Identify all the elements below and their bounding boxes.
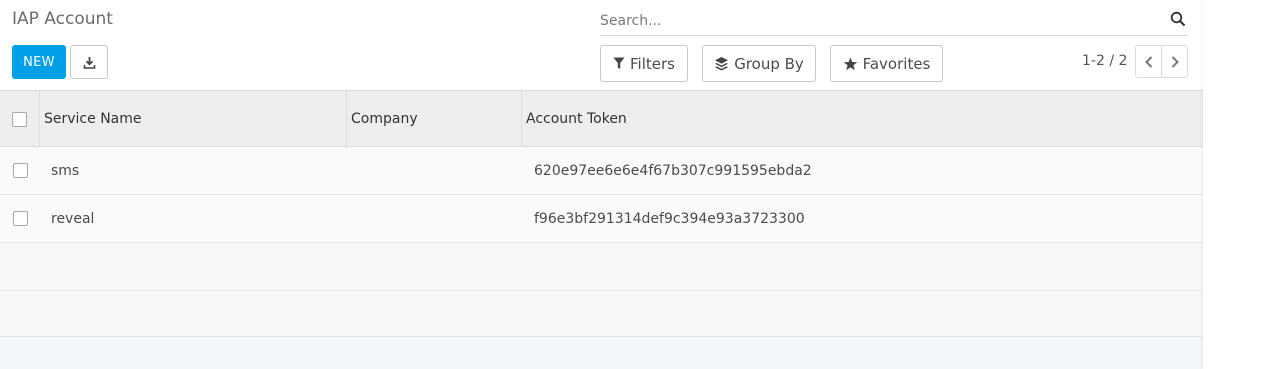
download-icon bbox=[83, 56, 95, 69]
table-row[interactable]: reveal f96e3bf291314def9c394e93a3723300 bbox=[0, 195, 1203, 243]
account-token-cell[interactable]: f96e3bf291314def9c394e93a3723300 bbox=[534, 195, 805, 242]
service-name-cell[interactable]: sms bbox=[51, 147, 79, 194]
layers-icon bbox=[715, 57, 729, 71]
group-by-label: Group By bbox=[734, 54, 804, 73]
favorites-button[interactable]: Favorites bbox=[830, 45, 943, 82]
page-title: IAP Account bbox=[12, 9, 113, 29]
star-icon bbox=[843, 57, 857, 70]
filter-icon bbox=[613, 57, 625, 69]
column-header-company[interactable]: Company bbox=[347, 91, 522, 147]
new-button[interactable]: NEW bbox=[12, 45, 66, 79]
empty-row bbox=[0, 243, 1203, 291]
row-checkbox[interactable] bbox=[12, 163, 28, 178]
pager-next-button[interactable] bbox=[1161, 45, 1188, 78]
empty-row bbox=[0, 291, 1203, 338]
service-name-cell[interactable]: reveal bbox=[51, 195, 94, 242]
search-input[interactable] bbox=[600, 8, 1160, 34]
column-header-account-token[interactable]: Account Token bbox=[522, 91, 1203, 147]
chevron-left-icon bbox=[1144, 55, 1152, 68]
side-panel bbox=[1203, 0, 1262, 369]
group-by-button[interactable]: Group By bbox=[702, 45, 816, 82]
download-button[interactable] bbox=[70, 45, 108, 79]
select-all-checkbox[interactable] bbox=[12, 111, 27, 127]
filters-label: Filters bbox=[630, 54, 675, 73]
row-select-cell bbox=[0, 195, 40, 242]
row-checkbox[interactable] bbox=[12, 211, 28, 226]
select-all-cell bbox=[0, 91, 40, 147]
column-header-service-name[interactable]: Service Name bbox=[40, 91, 347, 147]
row-select-cell bbox=[0, 147, 40, 194]
favorites-label: Favorites bbox=[862, 54, 931, 73]
pager-value[interactable]: 1-2 / 2 bbox=[1082, 53, 1127, 69]
table-row[interactable]: sms 620e97ee6e6e4f67b307c991595ebda2 bbox=[0, 147, 1203, 195]
search-bar bbox=[600, 4, 1188, 36]
filters-button[interactable]: Filters bbox=[600, 45, 688, 82]
chevron-right-icon bbox=[1171, 55, 1179, 68]
list-footer bbox=[0, 336, 1203, 369]
account-token-cell[interactable]: 620e97ee6e6e4f67b307c991595ebda2 bbox=[534, 147, 812, 194]
pager-previous-button[interactable] bbox=[1135, 45, 1162, 78]
main-content: IAP Account NEW Filters Group By Fav bbox=[0, 0, 1203, 369]
search-icon[interactable] bbox=[1170, 11, 1186, 27]
table-header: Service Name Company Account Token bbox=[0, 90, 1203, 147]
